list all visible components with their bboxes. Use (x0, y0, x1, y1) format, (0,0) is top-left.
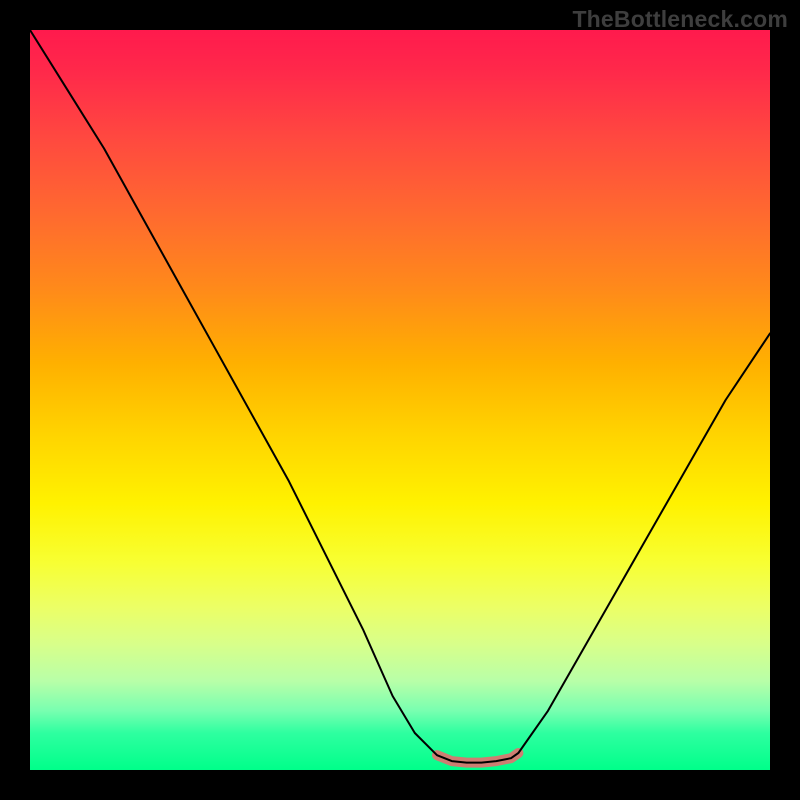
chart-frame: TheBottleneck.com (0, 0, 800, 800)
curve-main-line (30, 30, 770, 763)
curve-bottom-highlight (437, 753, 518, 763)
watermark-text: TheBottleneck.com (572, 6, 788, 33)
plot-area (30, 30, 770, 770)
bottleneck-curve (30, 30, 770, 770)
